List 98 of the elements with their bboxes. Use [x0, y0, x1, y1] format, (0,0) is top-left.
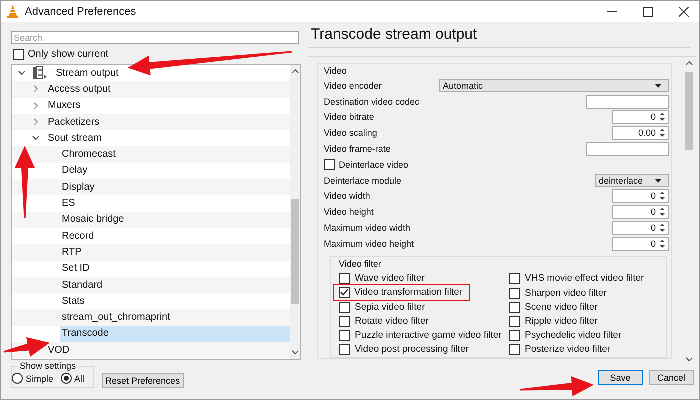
collapse-caret-icon[interactable] [32, 134, 40, 142]
spinner-arrows-icon [659, 238, 666, 250]
spinner-arrows-icon [659, 206, 666, 218]
radio-label: Simple [26, 374, 54, 384]
spin-box[interactable]: 0.00 [612, 126, 669, 140]
field-label: Video bitrate [324, 112, 376, 122]
dialog-button[interactable]: Save [598, 370, 643, 385]
checkbox[interactable] [338, 287, 350, 298]
checkbox-label: Video transformation filter [354, 287, 463, 298]
tree-item[interactable]: Stream output [54, 65, 290, 82]
checkbox[interactable] [13, 49, 24, 60]
field-label: Video scaling [324, 128, 378, 138]
checkbox-label: Sharpen video filter [525, 288, 607, 299]
dropdown[interactable]: Automatic [439, 79, 669, 92]
expand-caret-icon[interactable] [32, 102, 40, 110]
field-label: Video width [324, 191, 372, 202]
scroll-down-icon [292, 350, 298, 355]
checkbox-label: Video post processing filter [355, 344, 469, 356]
field-label: Deinterlace module [324, 176, 403, 186]
spinner-arrows-icon [659, 111, 666, 124]
field-label: Video frame-rate [324, 144, 392, 154]
collapse-caret-icon[interactable] [18, 69, 26, 78]
group-title: Video [324, 66, 348, 78]
checkbox-label: Rotate video filter [355, 316, 429, 327]
tree-item[interactable]: Set ID [60, 260, 290, 277]
film-stack-icon [32, 66, 48, 80]
radio-button[interactable] [60, 373, 72, 384]
field-label: Maximum video width [324, 223, 412, 234]
checkbox[interactable] [509, 330, 520, 342]
dropdown-caret-icon [655, 178, 662, 183]
dropdown-value: deinterlace [599, 176, 644, 186]
checkbox[interactable] [339, 316, 350, 327]
tree-item[interactable]: Sout stream [46, 130, 290, 146]
checkbox-label: Scene video filter [525, 302, 598, 313]
spin-box[interactable]: 0 [612, 110, 669, 124]
reset-button[interactable]: Reset Preferences [102, 373, 184, 388]
panel-title: Transcode stream output [308, 22, 690, 48]
group-title: Show settings [18, 361, 78, 371]
dropdown-value: Automatic [443, 80, 484, 91]
radio-label: All [74, 374, 85, 384]
checkbox[interactable] [509, 302, 520, 313]
tree-item[interactable]: Delay [60, 162, 290, 180]
spinner-arrows-icon [659, 190, 666, 202]
window-title: Advanced Preferences [25, 6, 136, 18]
group-title: Video filter [339, 258, 382, 271]
spinner-arrows-icon [659, 222, 666, 234]
expand-caret-icon[interactable] [32, 85, 40, 94]
spin-box[interactable]: 0 [612, 205, 669, 220]
checkbox[interactable] [339, 330, 350, 342]
tree-item[interactable]: Transcode [60, 326, 290, 342]
scroll-down-icon [686, 357, 692, 362]
scrollbar-thumb[interactable] [685, 72, 693, 150]
dropdown[interactable]: deinterlace [595, 174, 669, 188]
cone-icon [7, 5, 19, 18]
checkbox-label: Posterize video filter [525, 344, 611, 356]
spinner-arrows-icon [659, 127, 666, 140]
field-label: Video encoder [324, 80, 383, 91]
maximize-icon [643, 6, 653, 16]
checkbox-label: Psychedelic video filter [525, 330, 622, 342]
text-field[interactable] [586, 94, 669, 109]
checkbox-label: Only show current [28, 49, 109, 60]
spin-box[interactable]: 0 [612, 236, 669, 251]
checkbox-label: Wave video filter [355, 273, 425, 284]
spin-box[interactable]: 0 [612, 189, 669, 204]
spin-box[interactable]: 0 [612, 221, 669, 236]
tree-item[interactable]: Stats [60, 293, 290, 310]
scrollbar-thumb[interactable] [291, 199, 299, 304]
checkbox[interactable] [509, 288, 520, 299]
scroll-up-icon [292, 69, 298, 74]
checkbox-label: Deinterlace video [339, 160, 409, 170]
tree-item[interactable]: Muxers [46, 98, 290, 114]
scroll-up-icon [686, 61, 692, 66]
dialog-button[interactable]: Cancel [649, 370, 694, 385]
scrollbar[interactable] [290, 65, 300, 359]
dropdown-caret-icon [655, 84, 662, 88]
checkbox-label: Puzzle interactive game video filter [355, 330, 502, 342]
field-label: Maximum video height [324, 238, 416, 249]
close-icon [679, 6, 689, 16]
checkbox[interactable] [339, 302, 350, 313]
tree-item[interactable]: ES [60, 195, 290, 212]
search-field[interactable]: Search [11, 31, 299, 44]
checkbox-label: Ripple video filter [525, 316, 598, 327]
annotation-arrow [4, 337, 50, 357]
text-field[interactable] [586, 142, 669, 156]
expand-caret-icon[interactable] [32, 118, 40, 126]
field-label: Destination video codec [324, 96, 421, 107]
checkbox[interactable] [339, 344, 350, 356]
checkbox-label: Sepia video filter [355, 302, 426, 313]
checkbox[interactable] [339, 273, 350, 284]
tree-item[interactable]: Record [60, 228, 290, 244]
checkbox-label: VHS movie effect video filter [525, 273, 644, 284]
checkbox[interactable] [509, 273, 520, 284]
annotation-arrow [15, 146, 35, 218]
radio-button[interactable] [12, 373, 23, 384]
checkbox[interactable] [509, 344, 520, 356]
checkbox[interactable] [324, 159, 335, 170]
checkbox[interactable] [509, 316, 520, 327]
field-label: Video height [324, 207, 375, 218]
